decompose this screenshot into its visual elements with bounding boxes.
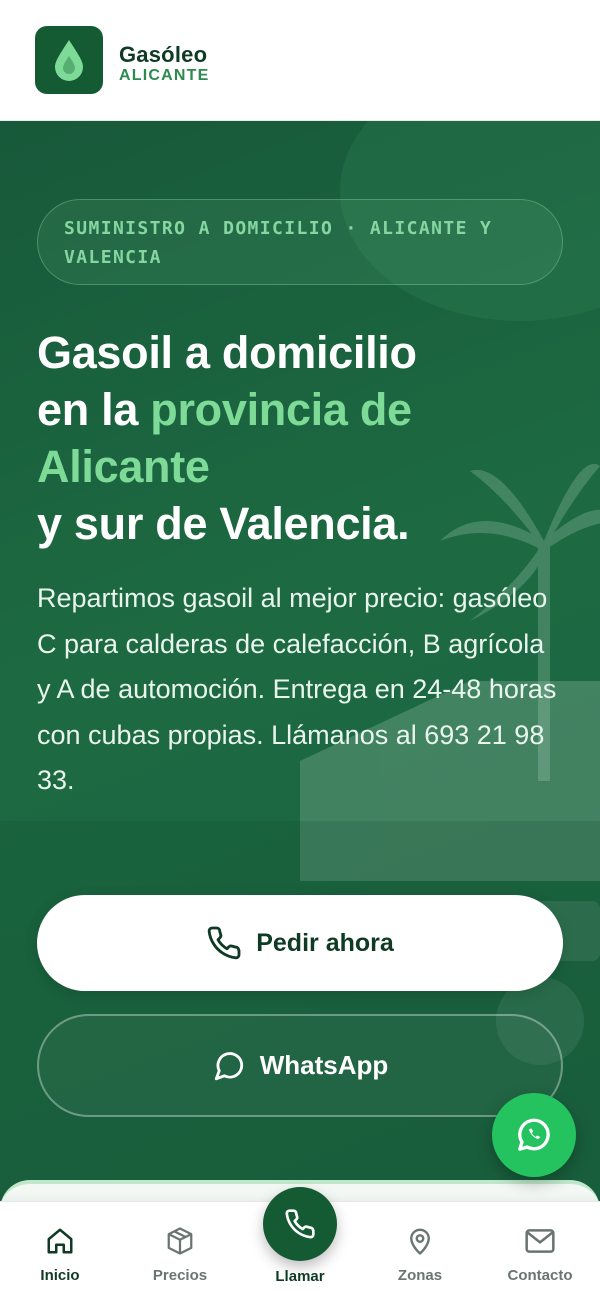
hero-description: Repartimos gasoil al mejor precio: gasól… — [37, 583, 557, 796]
whatsapp-button[interactable]: WhatsApp — [37, 1014, 563, 1117]
order-now-label: Pedir ahora — [256, 928, 394, 957]
service-badge: SUMINISTRO A DOMICILIO · ALICANTE Y VALE… — [37, 199, 563, 285]
nav-item-inicio[interactable]: Inicio — [0, 1202, 120, 1299]
badge-line-2: VALENCIA — [64, 247, 162, 268]
whatsapp-label: WhatsApp — [259, 1050, 389, 1080]
call-button[interactable] — [263, 1187, 337, 1261]
map-pin-icon — [410, 1228, 430, 1255]
nav-label-contacto: Contacto — [507, 1267, 573, 1284]
nav-label-llamar[interactable]: Llamar — [240, 1268, 360, 1285]
order-now-button[interactable]: Pedir ahora — [37, 895, 563, 991]
headline-accent-line: Alicante — [37, 441, 210, 492]
app-header: Gasóleo ALICANTE — [0, 0, 600, 121]
headline-accent: provincia de — [150, 384, 412, 435]
brand-name: Gasóleo — [119, 42, 208, 67]
badge-line-1: SUMINISTRO A DOMICILIO · ALICANTE Y — [64, 218, 493, 239]
headline-text: en la — [37, 384, 151, 435]
nav-label-inicio: Inicio — [40, 1267, 80, 1284]
headline-line-4: y sur de Valencia. — [37, 498, 410, 549]
drop-icon — [55, 40, 83, 81]
headline-line-2: en la provincia de — [37, 381, 577, 438]
phone-icon — [207, 926, 241, 960]
nav-item-zonas[interactable]: Zonas — [360, 1202, 480, 1299]
whatsapp-icon — [518, 1118, 550, 1151]
logo[interactable] — [35, 26, 103, 94]
phone-icon — [285, 1209, 315, 1239]
hero-section: SUMINISTRO A DOMICILIO · ALICANTE Y VALE… — [0, 121, 600, 1201]
nav-label-zonas: Zonas — [397, 1267, 443, 1284]
nav-label-precios: Precios — [152, 1267, 208, 1284]
headline-line-1: Gasoil a domicilio — [37, 327, 417, 378]
box-icon — [167, 1227, 193, 1255]
chat-bubble-icon — [214, 1051, 243, 1080]
brand-subtitle: ALICANTE — [119, 67, 210, 84]
page-title: Gasoil a domicilio en la provincia de Al… — [37, 324, 577, 552]
whatsapp-fab[interactable] — [492, 1093, 576, 1177]
nav-item-contacto[interactable]: Contacto — [480, 1202, 600, 1299]
home-icon — [47, 1228, 73, 1254]
nav-item-precios[interactable]: Precios — [120, 1202, 240, 1299]
mail-icon — [525, 1229, 555, 1253]
